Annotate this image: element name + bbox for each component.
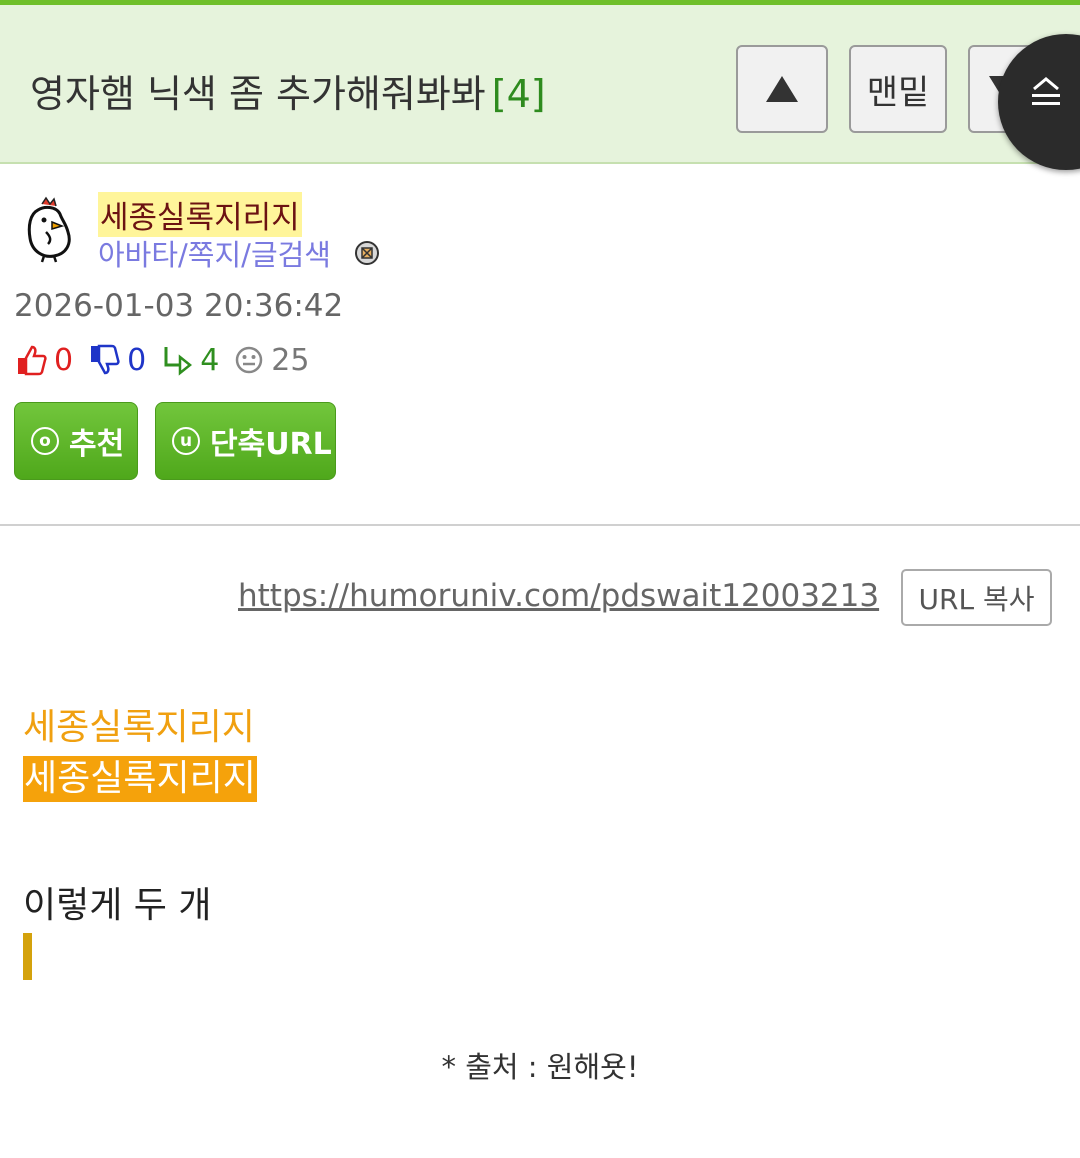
thumbs-up-icon	[18, 345, 47, 376]
smiley-view-icon	[236, 346, 263, 374]
chicken-avatar-icon[interactable]	[22, 196, 78, 264]
post-stats: 0 0 4 25	[14, 340, 323, 380]
post-body-line-orange: 세종실록지리지	[23, 707, 255, 748]
reply-arrow-icon	[164, 347, 193, 376]
scroll-menu-icon	[1032, 77, 1060, 105]
section-divider	[0, 524, 1080, 526]
author-nickname[interactable]: 세종실록지리지	[98, 192, 302, 237]
short-url-circle-icon: u	[172, 427, 200, 455]
post-url-link[interactable]: https://humoruniv.com/pdswait12003213	[238, 578, 879, 614]
downvote-count: 0	[127, 342, 147, 378]
post-date: 2026-01-03 20:36:42	[14, 288, 344, 324]
post-body-line-highlighted: 세종실록지리지	[23, 756, 257, 802]
post-title: 영자햄 닉색 좀 추가해줘봐봐 [4]	[30, 63, 546, 118]
scroll-top-button[interactable]	[736, 45, 828, 133]
copy-url-button[interactable]: URL 복사	[901, 569, 1052, 626]
comment-count[interactable]: [4]	[492, 72, 546, 116]
scroll-bottom-button[interactable]: 맨밑	[849, 45, 947, 133]
short-url-label: 단축URL	[210, 427, 332, 462]
short-url-button[interactable]: u 단축URL	[155, 402, 336, 480]
view-count: 25	[271, 342, 310, 378]
post-source: * 출처 : 원해욧!	[441, 1050, 639, 1084]
post-title-text: 영자햄 닉색 좀 추가해줘봐봐	[30, 72, 486, 116]
upvote-stat: 0	[14, 343, 73, 378]
reply-stat: 4	[160, 343, 219, 378]
text-cursor-bar	[23, 933, 32, 980]
thumbs-down-icon	[91, 344, 120, 375]
up-arrow-icon	[766, 76, 798, 102]
recommend-label: 추천	[69, 427, 125, 462]
upvote-count: 0	[54, 342, 74, 378]
scroll-bottom-label: 맨밑	[866, 72, 930, 113]
reply-count: 4	[200, 342, 220, 378]
view-stat: 25	[233, 343, 309, 378]
recommend-circle-icon: o	[31, 427, 59, 455]
author-links[interactable]: 아바타/쪽지/글검색	[98, 232, 331, 274]
post-body-line-text: 이렇게 두 개	[23, 885, 212, 926]
downvote-stat: 0	[87, 343, 146, 378]
post-header-bar: 영자햄 닉색 좀 추가해줘봐봐 [4] 맨밑	[0, 0, 1080, 164]
badge-icon	[355, 241, 379, 265]
recommend-button[interactable]: o 추천	[14, 402, 138, 480]
